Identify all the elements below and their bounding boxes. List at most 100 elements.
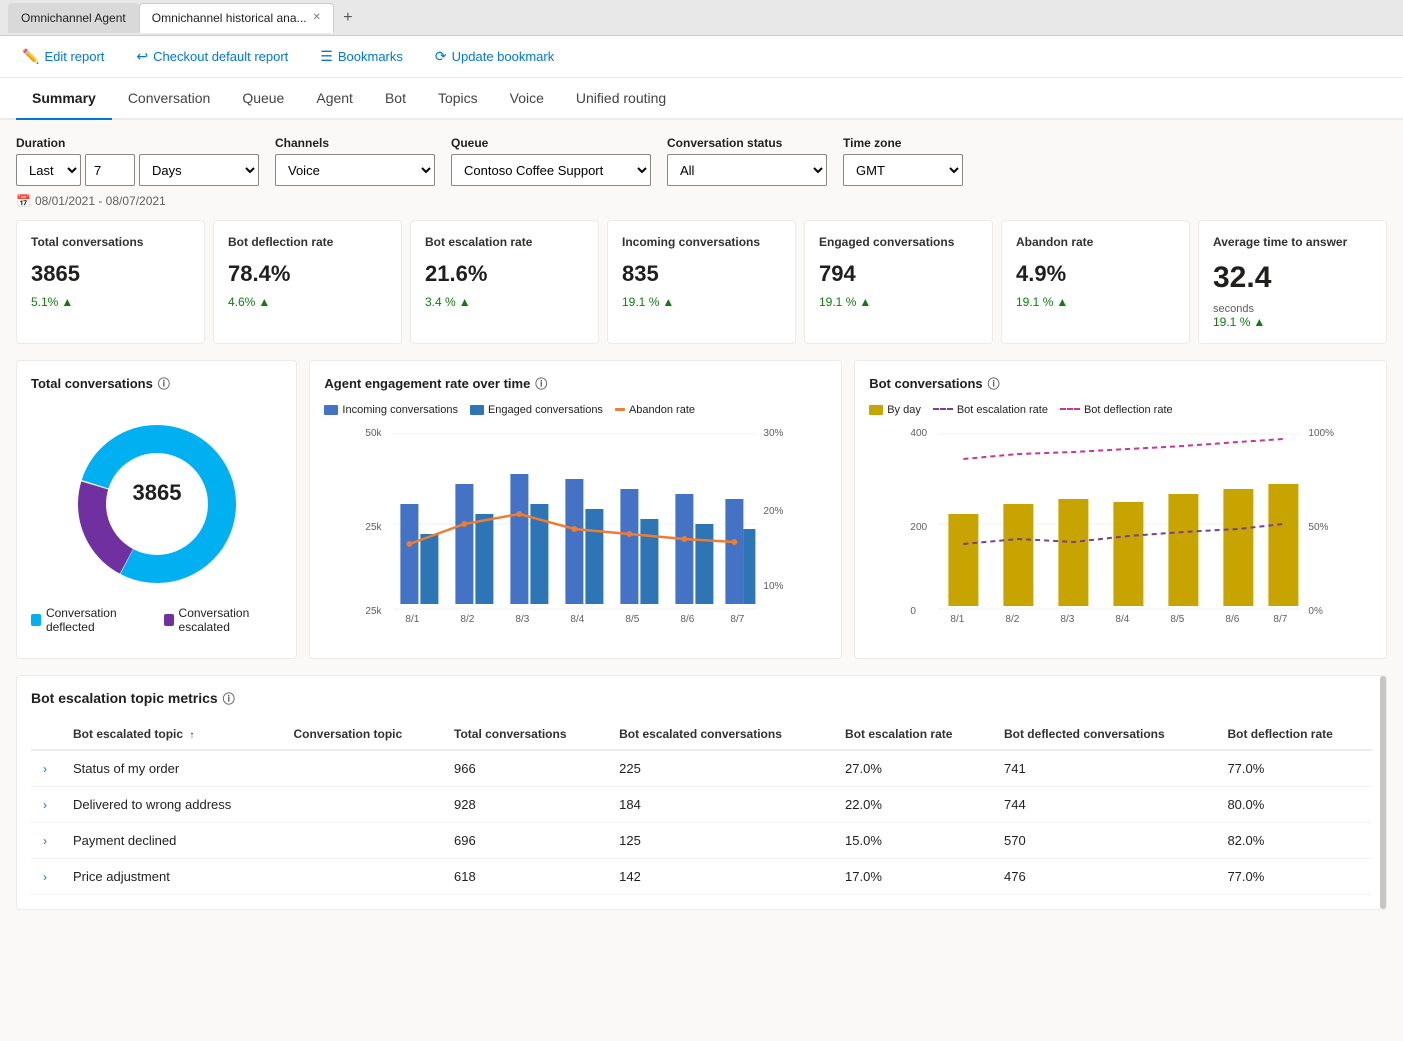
svg-text:8/5: 8/5 xyxy=(626,614,640,624)
kpi-change: 4.6% ▲ xyxy=(228,295,387,309)
total-cell: 696 xyxy=(442,822,607,858)
col-escalation-rate: Bot escalation rate xyxy=(833,719,992,750)
svg-text:8/4: 8/4 xyxy=(571,614,585,624)
duration-prefix-select[interactable]: Last xyxy=(16,154,81,186)
topic-cell: Payment declined xyxy=(61,822,281,858)
channels-select[interactable]: Voice xyxy=(275,154,435,186)
deflection-rate-cell: 82.0% xyxy=(1215,822,1372,858)
tab-agent[interactable]: Agent xyxy=(300,78,369,120)
arrow-up-icon: ▲ xyxy=(1253,315,1265,329)
queue-label: Queue xyxy=(451,136,651,150)
kpi-change: 5.1% ▲ xyxy=(31,295,190,309)
expand-cell[interactable]: › xyxy=(31,822,61,858)
info-icon[interactable]: ⓘ xyxy=(223,690,235,707)
bot-conv-svg: 400 200 0 100% 50% 0% xyxy=(869,424,1372,624)
legend-by-day: By day xyxy=(869,404,921,416)
escalation-rate-cell: 17.0% xyxy=(833,858,992,894)
tab-bot[interactable]: Bot xyxy=(369,78,422,120)
tab-unified-routing[interactable]: Unified routing xyxy=(560,78,682,120)
kpi-value: 794 xyxy=(819,261,978,287)
conv-topic-cell xyxy=(281,750,442,787)
chart-title: Total conversations ⓘ xyxy=(31,375,282,392)
table-body: › Status of my order 966 225 27.0% 741 7… xyxy=(31,750,1372,895)
escalated-cell: 125 xyxy=(607,822,833,858)
col-topic[interactable]: Bot escalated topic ↑ xyxy=(61,719,281,750)
date-range-text: 08/01/2021 - 08/07/2021 xyxy=(35,194,166,208)
calendar-icon: 📅 xyxy=(16,194,31,208)
conv-status-select[interactable]: All xyxy=(667,154,827,186)
duration-filter: Duration Last Days xyxy=(16,136,259,186)
escalation-rate-cell: 22.0% xyxy=(833,786,992,822)
data-table: Bot escalated topic ↑ Conversation topic… xyxy=(31,719,1372,895)
tab-voice[interactable]: Voice xyxy=(494,78,560,120)
kpi-change: 19.1 % ▲ xyxy=(819,295,978,309)
svg-text:400: 400 xyxy=(911,428,928,439)
expand-cell[interactable]: › xyxy=(31,858,61,894)
edit-report-button[interactable]: ✏️ Edit report xyxy=(16,44,110,69)
escalated-label: Conversation escalated xyxy=(179,606,283,634)
update-bookmark-label: Update bookmark xyxy=(452,49,555,64)
expand-icon[interactable]: › xyxy=(43,834,47,848)
info-icon[interactable]: ⓘ xyxy=(535,375,547,392)
svg-text:8/6: 8/6 xyxy=(1226,614,1240,624)
legend-incoming: Incoming conversations xyxy=(324,404,458,416)
bookmarks-label: Bookmarks xyxy=(338,49,403,64)
duration-value-input[interactable] xyxy=(85,154,135,186)
expand-icon[interactable]: › xyxy=(43,762,47,776)
close-icon[interactable]: ✕ xyxy=(313,12,321,23)
checkout-report-button[interactable]: ↩ Checkout default report xyxy=(130,44,294,69)
duration-unit-select[interactable]: Days xyxy=(139,154,259,186)
col-expand xyxy=(31,719,61,750)
svg-text:25k: 25k xyxy=(366,522,383,533)
info-icon[interactable]: ⓘ xyxy=(988,375,1000,392)
col-deflection-rate: Bot deflection rate xyxy=(1215,719,1372,750)
kpi-total-conversations: Total conversations 3865 5.1% ▲ xyxy=(16,220,205,344)
timezone-filter: Time zone GMT xyxy=(843,136,963,186)
tab-summary[interactable]: Summary xyxy=(16,78,112,120)
update-bookmark-button[interactable]: ⟳ Update bookmark xyxy=(429,44,560,69)
tab-omnichannel-agent[interactable]: Omnichannel Agent xyxy=(8,3,139,33)
table-row: › Status of my order 966 225 27.0% 741 7… xyxy=(31,750,1372,787)
expand-cell[interactable]: › xyxy=(31,750,61,787)
checkout-report-label: Checkout default report xyxy=(153,49,288,64)
kpi-title: Bot escalation rate xyxy=(425,235,584,251)
table-row: › Price adjustment 618 142 17.0% 476 77.… xyxy=(31,858,1372,894)
queue-select[interactable]: Contoso Coffee Support xyxy=(451,154,651,186)
bookmarks-button[interactable]: ☰ Bookmarks xyxy=(314,44,409,69)
tab-omnichannel-historical[interactable]: Omnichannel historical ana... ✕ xyxy=(139,3,334,33)
col-total: Total conversations xyxy=(442,719,607,750)
escalated-color xyxy=(164,614,174,626)
expand-icon[interactable]: › xyxy=(43,870,47,884)
conv-topic-cell xyxy=(281,858,442,894)
total-cell: 618 xyxy=(442,858,607,894)
main-content: Duration Last Days Channels Voice Queue … xyxy=(0,120,1403,1041)
engagement-svg: 50k 25k 25k 30% 20% 10% xyxy=(324,424,827,624)
svg-text:3865: 3865 xyxy=(132,480,181,505)
kpi-incoming-conversations: Incoming conversations 835 19.1 % ▲ xyxy=(607,220,796,344)
arrow-up-icon: ▲ xyxy=(459,295,471,309)
tab-conversation[interactable]: Conversation xyxy=(112,78,227,120)
expand-cell[interactable]: › xyxy=(31,786,61,822)
engagement-chart: Agent engagement rate over time ⓘ Incomi… xyxy=(309,360,842,659)
engaged-color xyxy=(470,405,484,415)
bookmarks-icon: ☰ xyxy=(320,48,333,65)
tab-queue[interactable]: Queue xyxy=(226,78,300,120)
legend-deflected: Conversation deflected xyxy=(31,606,148,634)
undo-icon: ↩ xyxy=(136,48,148,65)
scrollbar[interactable] xyxy=(1380,676,1386,909)
expand-icon[interactable]: › xyxy=(43,798,47,812)
legend-escalated: Conversation escalated xyxy=(164,606,283,634)
tab-topics[interactable]: Topics xyxy=(422,78,494,120)
info-icon[interactable]: ⓘ xyxy=(158,375,170,392)
queue-filter: Queue Contoso Coffee Support xyxy=(451,136,651,186)
new-tab-button[interactable]: + xyxy=(334,4,362,32)
sort-icon: ↑ xyxy=(189,730,194,741)
legend-deflection-rate: Bot deflection rate xyxy=(1060,404,1173,416)
timezone-select[interactable]: GMT xyxy=(843,154,963,186)
escalated-cell: 225 xyxy=(607,750,833,787)
toolbar: ✏️ Edit report ↩ Checkout default report… xyxy=(0,36,1403,78)
donut-chart: 3865 Conversation deflected Conversation… xyxy=(31,404,282,644)
legend-abandon: Abandon rate xyxy=(615,404,695,416)
topic-cell: Price adjustment xyxy=(61,858,281,894)
svg-text:50%: 50% xyxy=(1309,522,1329,533)
